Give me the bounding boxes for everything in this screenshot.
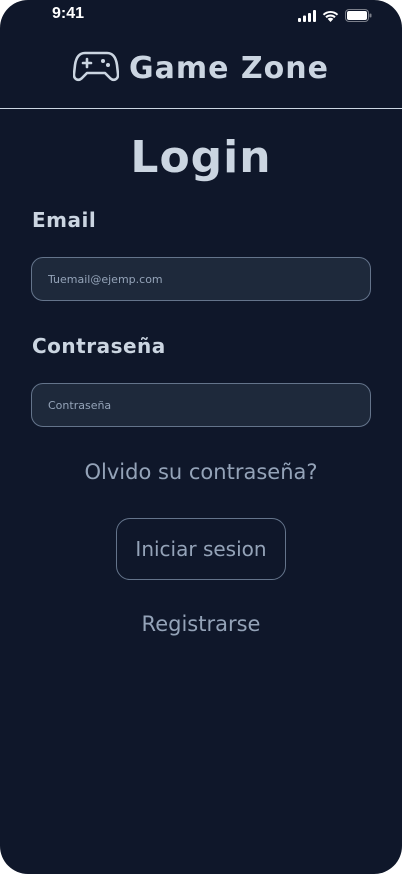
phone-screen: 9:41 Game Zone Login Email Tuemail@ejemp… (0, 0, 402, 874)
password-input[interactable] (31, 383, 371, 427)
status-time: 9:41 (52, 5, 85, 22)
gamepad-icon (72, 50, 120, 86)
signal-icon (298, 7, 316, 26)
status-bar: 9:41 (0, 0, 402, 28)
app-header: Game Zone (0, 44, 402, 92)
battery-icon (345, 7, 372, 26)
email-input[interactable] (31, 257, 371, 301)
forgot-password-link[interactable]: Olvido su contraseña? (0, 460, 402, 484)
app-title: Game Zone (129, 50, 329, 86)
page-title: Login (130, 132, 272, 183)
header-divider (0, 108, 402, 109)
login-button[interactable]: Iniciar sesion (116, 518, 286, 580)
password-label: Contraseña (32, 334, 166, 358)
wifi-icon (322, 7, 339, 26)
register-link[interactable]: Registrarse (0, 612, 402, 636)
email-label: Email (32, 208, 97, 232)
status-icons (298, 7, 372, 26)
